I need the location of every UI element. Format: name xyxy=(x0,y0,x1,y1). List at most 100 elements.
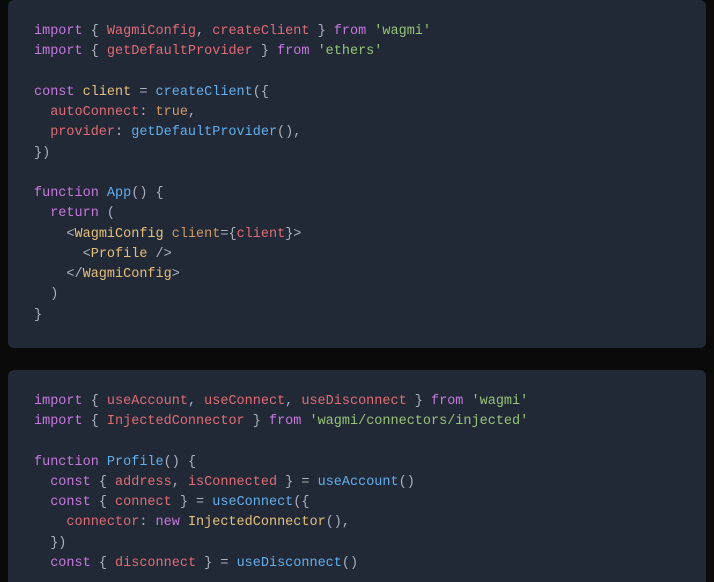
string: 'wagmi/connectors/injected' xyxy=(309,414,528,429)
bool: true xyxy=(156,105,188,120)
tag-close: > xyxy=(172,267,180,282)
ident: address xyxy=(115,475,172,490)
punct: { xyxy=(83,24,107,39)
space xyxy=(164,227,172,242)
punct: } xyxy=(253,44,277,59)
punct: = xyxy=(131,85,155,100)
punct: }) xyxy=(34,146,50,161)
code-pre-2: import { useAccount, useConnect, useDisc… xyxy=(34,392,680,574)
code-pre-1: import { WagmiConfig, createClient } fro… xyxy=(34,22,680,326)
space xyxy=(180,515,188,530)
punct: , xyxy=(285,394,301,409)
punct: } xyxy=(245,414,269,429)
punct: () { xyxy=(131,186,163,201)
class-name: InjectedConnector xyxy=(188,515,326,530)
fn-name: Profile xyxy=(107,455,164,470)
keyword-from: from xyxy=(431,394,463,409)
keyword-import: import xyxy=(34,24,83,39)
indent xyxy=(34,515,66,530)
punct: (), xyxy=(277,125,301,140)
punct: } = xyxy=(277,475,318,490)
indent xyxy=(34,125,50,140)
punct: } xyxy=(407,394,431,409)
ident: getDefaultProvider xyxy=(107,44,253,59)
indent xyxy=(34,267,66,282)
fn-name: App xyxy=(107,186,131,201)
indent xyxy=(34,206,50,221)
string: 'wagmi' xyxy=(374,24,431,39)
tag-close: > xyxy=(293,227,301,242)
space xyxy=(75,85,83,100)
space xyxy=(99,455,107,470)
property: connector xyxy=(66,515,139,530)
ident: WagmiConfig xyxy=(107,24,196,39)
punct: { xyxy=(91,475,115,490)
punct: (), xyxy=(326,515,350,530)
keyword-function: function xyxy=(34,186,99,201)
ident: useAccount xyxy=(107,394,188,409)
punct: { xyxy=(228,227,236,242)
keyword-const: const xyxy=(34,85,75,100)
punct: } xyxy=(309,24,333,39)
attr-name: client xyxy=(172,227,221,242)
punct: ( xyxy=(99,206,115,221)
punct: ({ xyxy=(253,85,269,100)
indent xyxy=(34,247,83,262)
tag-open: </ xyxy=(66,267,82,282)
indent xyxy=(34,475,50,490)
indent xyxy=(34,536,50,551)
tag-name: WagmiConfig xyxy=(83,267,172,282)
keyword-const: const xyxy=(50,475,91,490)
keyword-const: const xyxy=(50,495,91,510)
keyword-from: from xyxy=(269,414,301,429)
punct: () xyxy=(399,475,415,490)
punct: { xyxy=(83,414,107,429)
indent xyxy=(34,105,50,120)
keyword-import: import xyxy=(34,394,83,409)
indent xyxy=(34,227,66,242)
indent xyxy=(34,287,50,302)
punct: , xyxy=(188,394,204,409)
punct: , xyxy=(172,475,188,490)
keyword-function: function xyxy=(34,455,99,470)
var-name: client xyxy=(83,85,132,100)
ident: connect xyxy=(115,495,172,510)
keyword-new: new xyxy=(156,515,180,530)
punct: , xyxy=(196,24,212,39)
punct: { xyxy=(83,44,107,59)
punct: } = xyxy=(172,495,213,510)
punct: : xyxy=(115,125,131,140)
punct: { xyxy=(83,394,107,409)
punct: { xyxy=(91,495,115,510)
tag-open: < xyxy=(83,247,91,262)
punct: , xyxy=(188,105,196,120)
fn-call: createClient xyxy=(156,85,253,100)
keyword-from: from xyxy=(334,24,366,39)
string: 'ethers' xyxy=(318,44,383,59)
ident: InjectedConnector xyxy=(107,414,245,429)
punct: ({ xyxy=(293,495,309,510)
keyword-import: import xyxy=(34,44,83,59)
ident: isConnected xyxy=(188,475,277,490)
punct: }) xyxy=(50,536,66,551)
keyword-import: import xyxy=(34,414,83,429)
punct: () { xyxy=(164,455,196,470)
space xyxy=(99,186,107,201)
ident: createClient xyxy=(212,24,309,39)
space xyxy=(463,394,471,409)
tag-name: Profile xyxy=(91,247,148,262)
punct: : xyxy=(139,515,155,530)
string: 'wagmi' xyxy=(472,394,529,409)
code-block-1: import { WagmiConfig, createClient } fro… xyxy=(8,0,706,348)
code-block-2: import { useAccount, useConnect, useDisc… xyxy=(8,370,706,582)
keyword-return: return xyxy=(50,206,99,221)
ident: useConnect xyxy=(204,394,285,409)
tag-open: < xyxy=(66,227,74,242)
indent xyxy=(34,495,50,510)
attr-value: client xyxy=(237,227,286,242)
tag-name: WagmiConfig xyxy=(75,227,164,242)
property: provider xyxy=(50,125,115,140)
fn-call: useConnect xyxy=(212,495,293,510)
punct: ) xyxy=(50,287,58,302)
punct: : xyxy=(139,105,155,120)
